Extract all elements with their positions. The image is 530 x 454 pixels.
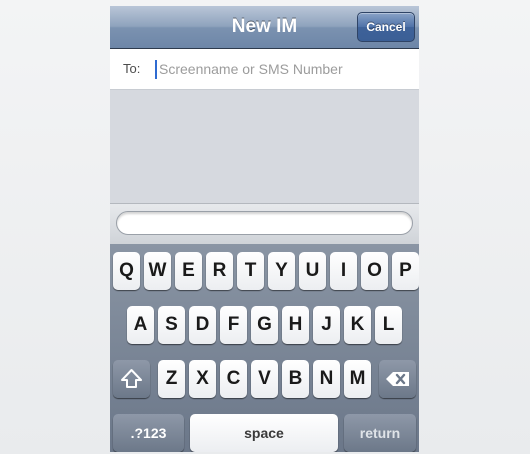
shift-arrow-icon	[121, 369, 142, 388]
key-z[interactable]: Z	[158, 360, 185, 398]
key-h[interactable]: H	[282, 306, 309, 344]
return-key[interactable]: return	[344, 414, 416, 452]
shift-key[interactable]	[113, 360, 150, 398]
message-input[interactable]	[116, 211, 413, 235]
recipient-label: To:	[123, 61, 141, 76]
recipient-input[interactable]: Screenname or SMS Number	[159, 49, 409, 89]
onscreen-keyboard: Q W E R T Y U I O P A S D F G H J K L Z …	[110, 244, 419, 452]
key-i[interactable]: I	[330, 252, 357, 290]
conversation-area	[110, 90, 419, 203]
key-r[interactable]: R	[206, 252, 233, 290]
recipient-row[interactable]: To: Screenname or SMS Number	[110, 49, 419, 90]
key-q[interactable]: Q	[113, 252, 140, 290]
key-t[interactable]: T	[237, 252, 264, 290]
backspace-icon	[386, 372, 409, 386]
key-b[interactable]: B	[282, 360, 309, 398]
text-cursor	[155, 60, 157, 79]
key-n[interactable]: N	[313, 360, 340, 398]
key-j[interactable]: J	[313, 306, 340, 344]
key-w[interactable]: W	[144, 252, 171, 290]
numbers-key[interactable]: .?123	[113, 414, 184, 452]
key-s[interactable]: S	[158, 306, 185, 344]
space-key[interactable]: space	[190, 414, 338, 452]
key-y[interactable]: Y	[268, 252, 295, 290]
key-u[interactable]: U	[299, 252, 326, 290]
key-e[interactable]: E	[175, 252, 202, 290]
key-f[interactable]: F	[220, 306, 247, 344]
key-k[interactable]: K	[344, 306, 371, 344]
key-p[interactable]: P	[392, 252, 419, 290]
delete-key[interactable]	[379, 360, 416, 398]
key-l[interactable]: L	[375, 306, 402, 344]
cancel-button[interactable]: Cancel	[357, 12, 415, 42]
message-compose-bar	[110, 203, 419, 244]
key-o[interactable]: O	[361, 252, 388, 290]
im-compose-screen: New IM Cancel To: Screenname or SMS Numb…	[110, 6, 419, 452]
key-c[interactable]: C	[220, 360, 247, 398]
navigation-bar: New IM Cancel	[110, 6, 419, 49]
key-m[interactable]: M	[344, 360, 371, 398]
key-v[interactable]: V	[251, 360, 278, 398]
key-x[interactable]: X	[189, 360, 216, 398]
key-g[interactable]: G	[251, 306, 278, 344]
key-a[interactable]: A	[127, 306, 154, 344]
key-d[interactable]: D	[189, 306, 216, 344]
